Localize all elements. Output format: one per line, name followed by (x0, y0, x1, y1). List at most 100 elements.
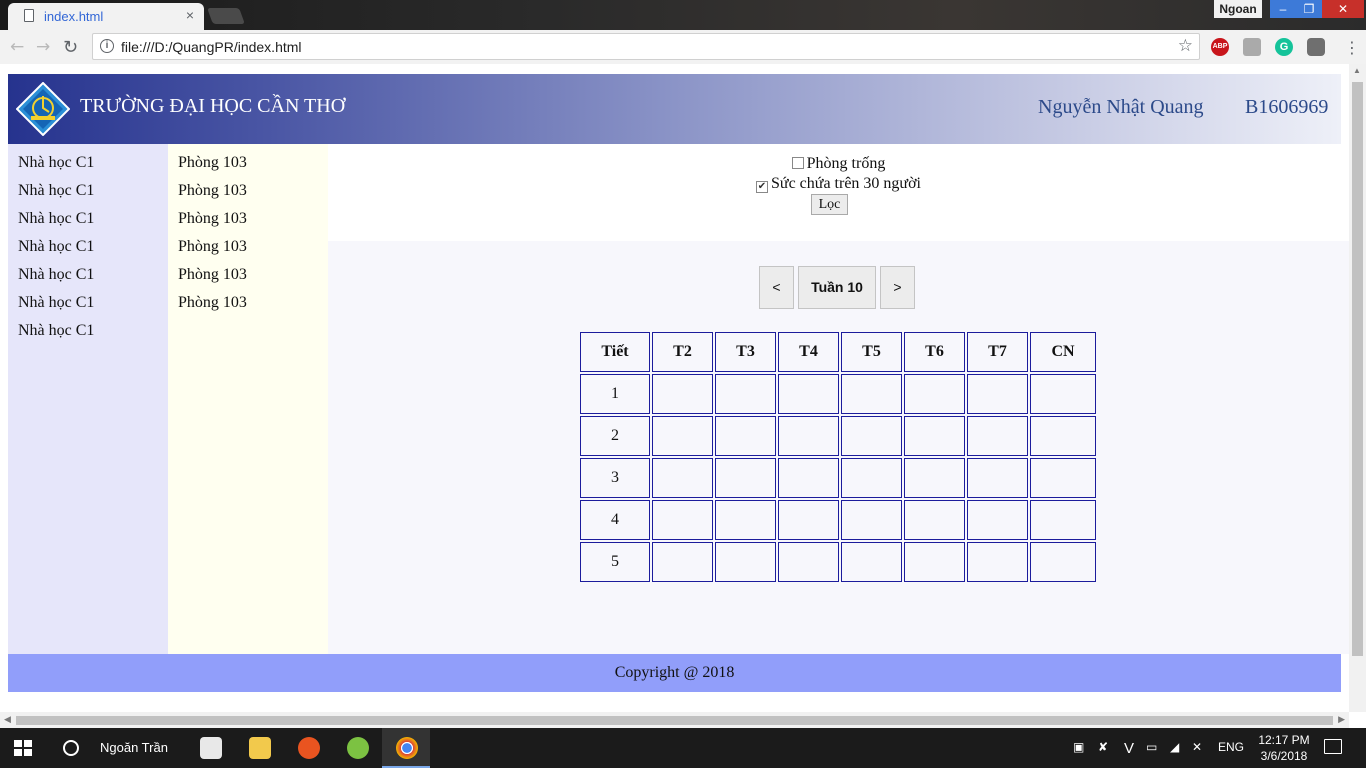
schedule-cell[interactable] (967, 542, 1028, 582)
extension-fox-icon[interactable] (1307, 38, 1325, 56)
schedule-cell[interactable] (904, 500, 965, 540)
info-icon[interactable]: i (100, 39, 114, 53)
window-close-icon[interactable]: ✕ (1322, 0, 1364, 18)
address-bar[interactable]: i file:///D:/QuangPR/index.html ☆ (92, 33, 1200, 60)
address-url[interactable]: file:///D:/QuangPR/index.html (121, 39, 302, 55)
room-item[interactable]: Phòng 103 (178, 238, 247, 256)
building-item[interactable]: Nhà học C1 (18, 266, 94, 284)
system-clock[interactable]: 12:17 PM 3/6/2018 (1254, 732, 1314, 764)
horizontal-scrollbar[interactable]: ◀ ▶ (0, 712, 1349, 728)
schedule-cell[interactable] (652, 458, 713, 498)
grammarly-icon[interactable]: G (1275, 38, 1293, 56)
previous-week-button[interactable]: < (759, 266, 794, 309)
zalo-tray-icon[interactable]: ▣ (1073, 740, 1084, 754)
profile-button[interactable]: Ngoan (1214, 0, 1262, 18)
building-item[interactable]: Nhà học C1 (18, 154, 94, 172)
schedule-cell[interactable] (778, 500, 839, 540)
schedule-cell[interactable] (1030, 500, 1096, 540)
capacity-checkbox[interactable]: ✔ (756, 181, 768, 193)
room-item[interactable]: Phòng 103 (178, 294, 247, 312)
back-arrow-icon[interactable]: ← (10, 37, 24, 57)
room-item[interactable]: Phòng 103 (178, 154, 247, 172)
schedule-cell[interactable] (841, 542, 902, 582)
room-item[interactable]: Phòng 103 (178, 182, 247, 200)
schedule-cell[interactable] (715, 374, 776, 414)
windows-start-icon[interactable] (14, 740, 32, 756)
adblock-plus-icon[interactable]: ABP (1211, 38, 1229, 56)
volume-muted-icon[interactable]: ✕ (1192, 740, 1202, 754)
schedule-cell[interactable] (904, 374, 965, 414)
schedule-cell[interactable] (652, 542, 713, 582)
schedule-cell[interactable] (1030, 416, 1096, 456)
schedule-cell[interactable] (715, 542, 776, 582)
schedule-cell[interactable] (1030, 458, 1096, 498)
period-number-cell: 2 (580, 416, 650, 456)
week-label-button[interactable]: Tuần 10 (798, 266, 876, 309)
schedule-cell[interactable] (967, 458, 1028, 498)
schedule-cell[interactable] (715, 500, 776, 540)
filter-button[interactable]: Lọc (811, 194, 848, 215)
building-item[interactable]: Nhà học C1 (18, 294, 94, 312)
schedule-cell[interactable] (778, 374, 839, 414)
tab-close-icon[interactable]: × (186, 7, 194, 23)
minimize-icon[interactable]: – (1270, 0, 1296, 18)
taskbar-user[interactable]: Ngoăn Trần (100, 740, 168, 755)
notification-center-icon[interactable] (1324, 739, 1342, 754)
unikey-tray-icon[interactable]: V (1124, 740, 1134, 757)
vertical-scroll-thumb[interactable] (1352, 82, 1363, 656)
forward-arrow-icon[interactable]: → (36, 37, 50, 57)
schedule-cell[interactable] (967, 374, 1028, 414)
schedule-cell[interactable] (904, 416, 965, 456)
browser-menu-icon[interactable]: ⋮ (1344, 38, 1360, 57)
empty-room-checkbox[interactable] (791, 157, 804, 169)
bookmark-star-icon[interactable]: ☆ (1178, 36, 1193, 56)
schedule-cell[interactable] (841, 500, 902, 540)
reload-icon[interactable]: ↻ (63, 37, 78, 58)
building-item[interactable]: Nhà học C1 (18, 210, 94, 228)
taskbar-chrome-app[interactable] (382, 728, 430, 768)
schedule-cell[interactable] (1030, 374, 1096, 414)
schedule-cell[interactable] (715, 458, 776, 498)
wifi-icon[interactable]: ◢ (1170, 740, 1179, 754)
schedule-cell[interactable] (652, 416, 713, 456)
page-viewport: TRƯỜNG ĐẠI HỌC CẦN THƠ Nguyễn Nhật Quang… (0, 64, 1366, 728)
battery-icon[interactable]: ▭ (1146, 740, 1157, 754)
browser-tab-active[interactable]: index.html × (8, 3, 204, 30)
schedule-cell[interactable] (841, 416, 902, 456)
vertical-scrollbar[interactable]: ▲ (1349, 64, 1366, 712)
extension-cube-icon[interactable] (1243, 38, 1261, 56)
taskbar-explorer-app[interactable] (235, 728, 283, 768)
schedule-cell[interactable] (652, 500, 713, 540)
schedule-cell[interactable] (841, 458, 902, 498)
schedule-cell[interactable] (841, 374, 902, 414)
building-item[interactable]: Nhà học C1 (18, 322, 94, 340)
restore-icon[interactable]: ❐ (1296, 0, 1322, 18)
horizontal-scroll-thumb[interactable] (16, 716, 1333, 725)
schedule-cell[interactable] (967, 416, 1028, 456)
schedule-cell[interactable] (904, 458, 965, 498)
scroll-right-icon[interactable]: ▶ (1338, 714, 1345, 725)
room-item[interactable]: Phòng 103 (178, 210, 247, 228)
building-item[interactable]: Nhà học C1 (18, 182, 94, 200)
schedule-cell[interactable] (715, 416, 776, 456)
security-tray-icon[interactable]: ✘ (1098, 740, 1108, 754)
scroll-left-icon[interactable]: ◀ (4, 714, 11, 725)
schedule-cell[interactable] (778, 416, 839, 456)
taskbar-ubuntu-app[interactable] (284, 728, 332, 768)
schedule-cell[interactable] (1030, 542, 1096, 582)
schedule-cell[interactable] (967, 500, 1028, 540)
language-indicator[interactable]: ENG (1218, 740, 1244, 754)
building-item[interactable]: Nhà học C1 (18, 238, 94, 256)
schedule-cell[interactable] (778, 542, 839, 582)
scroll-up-icon[interactable]: ▲ (1353, 66, 1361, 75)
next-week-button[interactable]: > (880, 266, 915, 309)
schedule-cell[interactable] (904, 542, 965, 582)
new-tab-button[interactable] (207, 8, 245, 24)
schedule-cell[interactable] (778, 458, 839, 498)
taskbar-store-app[interactable] (186, 728, 234, 768)
cortana-icon[interactable] (63, 740, 79, 756)
period-number-cell: 5 (580, 542, 650, 582)
room-item[interactable]: Phòng 103 (178, 266, 247, 284)
schedule-cell[interactable] (652, 374, 713, 414)
taskbar-green-app[interactable] (333, 728, 381, 768)
